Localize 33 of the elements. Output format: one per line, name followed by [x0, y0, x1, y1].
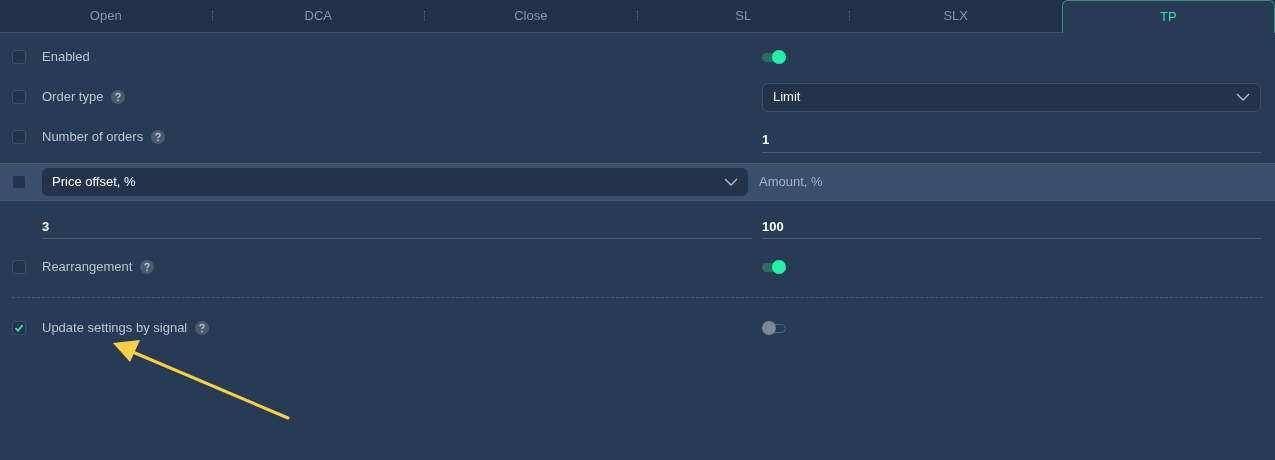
tab[interactable]: DCA — [212, 0, 424, 32]
checkbox[interactable] — [12, 50, 26, 64]
tab[interactable]: SLX — [850, 0, 1062, 32]
chevron-down-icon — [724, 178, 738, 186]
column-select[interactable]: Price offset, % — [42, 168, 748, 196]
column-header: Amount, % — [759, 173, 823, 192]
help-icon[interactable] — [195, 321, 210, 335]
select-value: Limit — [773, 88, 801, 107]
toggle-switch[interactable] — [762, 50, 786, 64]
select-field[interactable]: Limit — [762, 82, 1261, 112]
checkbox[interactable] — [12, 90, 26, 104]
checkbox[interactable] — [12, 130, 26, 144]
tab[interactable]: SL — [637, 0, 849, 32]
input-field[interactable]: 3 — [42, 215, 752, 239]
setting-label: Rearrangement — [42, 258, 133, 277]
setting-label: Update settings by signal — [42, 319, 188, 338]
tab[interactable]: TP — [1061, 0, 1275, 33]
input-field[interactable]: 100 — [762, 215, 1261, 239]
setting-label: Order type — [42, 88, 104, 107]
tab[interactable]: Close — [425, 0, 637, 32]
help-icon[interactable] — [111, 90, 126, 104]
toggle-switch[interactable] — [762, 260, 786, 274]
tab[interactable]: Open — [0, 0, 212, 32]
input-field[interactable]: 1 — [762, 127, 1261, 153]
checkbox[interactable] — [12, 175, 26, 189]
setting-label: Number of orders — [42, 128, 144, 147]
select-value: Price offset, % — [52, 173, 136, 192]
checkbox[interactable] — [12, 260, 26, 274]
setting-label: Enabled — [42, 48, 90, 67]
chevron-down-icon — [1236, 93, 1250, 101]
help-icon[interactable] — [151, 130, 166, 144]
help-icon[interactable] — [140, 260, 155, 274]
checkbox[interactable] — [12, 321, 26, 335]
